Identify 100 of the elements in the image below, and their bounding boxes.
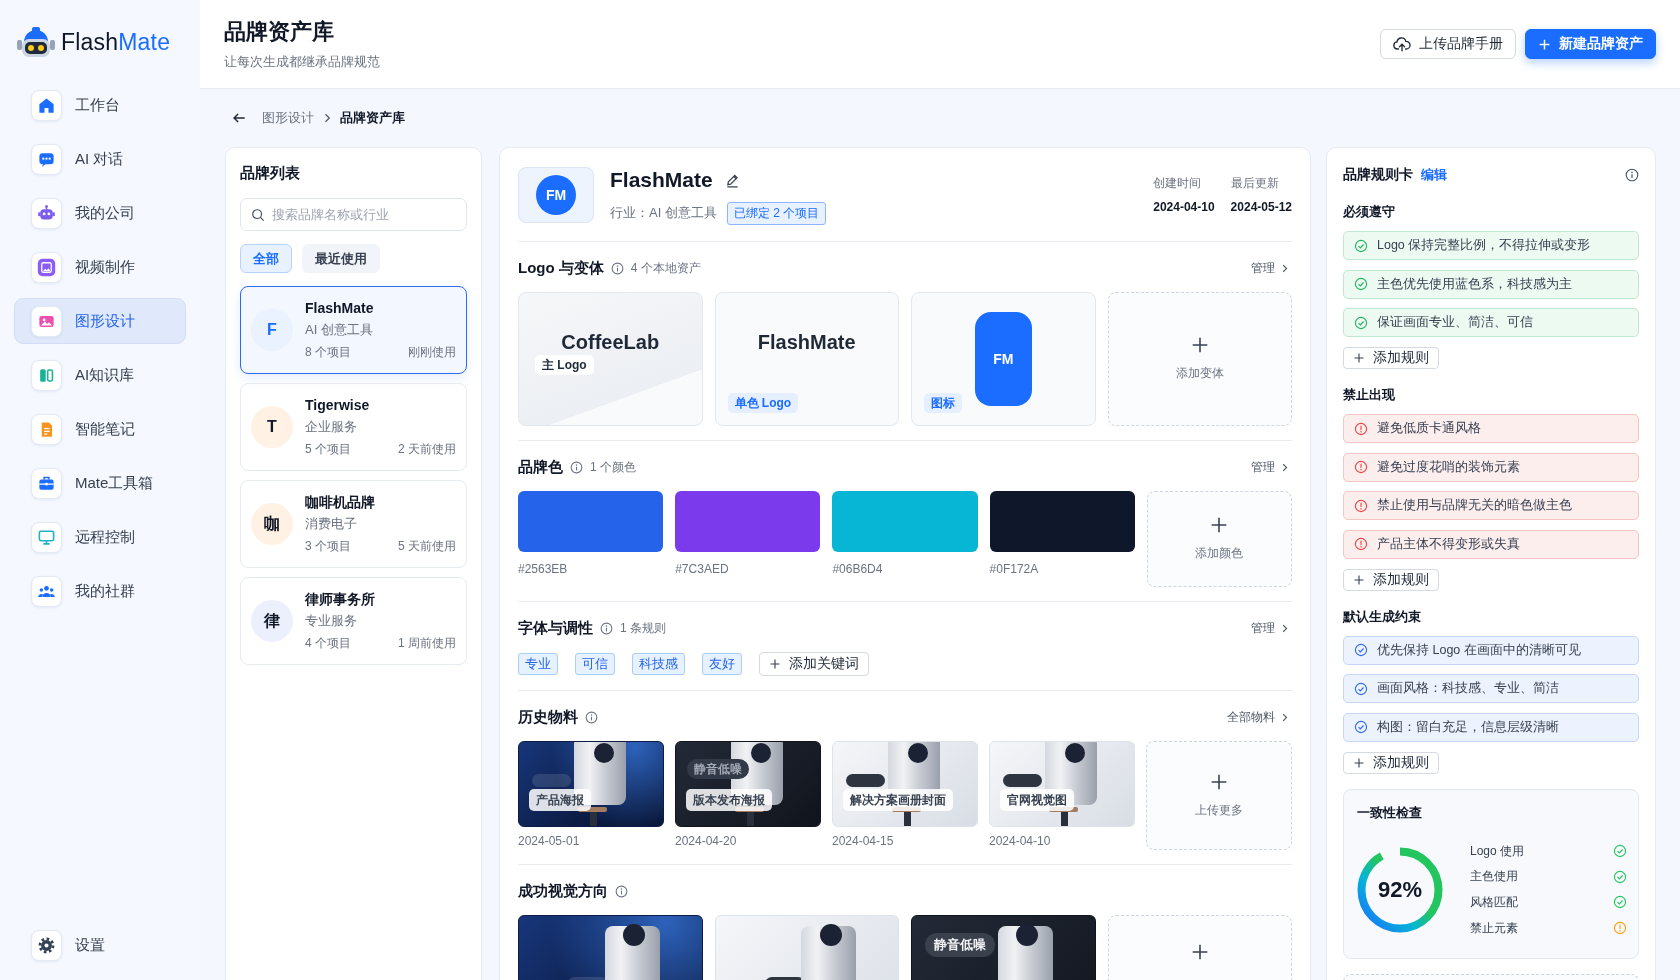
alert-circle-icon — [1354, 421, 1368, 436]
book-icon — [31, 359, 62, 391]
brand-title: FlashMate — [610, 168, 713, 192]
rule-group-title: 默认生成约束 — [1343, 607, 1421, 626]
brand-industry: AI 创意工具 — [305, 321, 373, 339]
add-rule-button[interactable]: 添加规则 — [1343, 347, 1439, 369]
poster-date: 2024-04-10 — [989, 834, 1051, 848]
variant-tag: 图标 — [924, 393, 962, 413]
check-label: 风格匹配 — [1470, 894, 1518, 911]
sidebar-item[interactable]: Mate工具箱 — [14, 460, 186, 506]
info-icon[interactable] — [585, 710, 598, 724]
meta-label: 创建时间 — [1153, 175, 1202, 192]
info-icon[interactable] — [615, 884, 628, 898]
color-swatch[interactable] — [989, 491, 1135, 552]
rule-card-title: 品牌规则卡 — [1343, 166, 1413, 184]
plus-icon — [1538, 37, 1551, 51]
color-hex-label: #0F172A — [989, 562, 1039, 576]
edit-pencil-icon[interactable] — [724, 172, 740, 188]
sidebar-item[interactable]: 工作台 — [14, 82, 186, 128]
create-button[interactable]: 新建品牌资产 — [1525, 29, 1656, 59]
filter-tab[interactable]: 最近使用 — [302, 244, 380, 273]
brand-project-count: 4 个项目 — [305, 635, 351, 652]
brand-project-count: 8 个项目 — [305, 344, 351, 361]
rule-text: Logo 保持完整比例，不得拉伸或变形 — [1377, 237, 1591, 254]
breadcrumb-link[interactable]: 图形设计 — [262, 109, 314, 127]
rule-group-title: 禁止出现 — [1343, 386, 1395, 404]
industry-text: 行业：AI 创意工具 — [610, 204, 717, 222]
upload-button[interactable]: 上传品牌手册 — [1380, 29, 1516, 59]
keyword-tag: 科技感 — [632, 653, 685, 675]
variant-tag: 单色 Logo — [727, 393, 799, 413]
brand-industry: 专业服务 — [305, 612, 357, 630]
logo-variant-card[interactable]: FM 图标 — [911, 292, 1096, 426]
add-rule-button[interactable]: 添加规则 — [1343, 568, 1439, 591]
check-circle-icon — [1354, 681, 1368, 696]
info-icon[interactable] — [1625, 168, 1639, 182]
edit-link[interactable]: 编辑 — [1421, 166, 1447, 184]
plus-icon — [1190, 943, 1209, 961]
info-icon[interactable] — [570, 460, 583, 474]
logo-variant-card[interactable]: FlashMate 单色 Logo — [714, 292, 899, 426]
upload-more-button[interactable]: 上传更多 — [1146, 741, 1292, 850]
logo-wordmark: FlashMate — [757, 330, 856, 355]
color-hex-label: #2563EB — [518, 562, 568, 576]
brand-card[interactable]: 咖 咖啡机品牌 消费电子 3 个项目 5 天前使用 — [240, 480, 467, 568]
rule-text: 避免过度花哨的装饰元素 — [1377, 458, 1520, 476]
brand-avatar: F — [251, 309, 293, 351]
sidebar-item[interactable]: AI知识库 — [14, 352, 186, 398]
color-swatch[interactable] — [675, 491, 821, 552]
brand-avatar: 律 — [251, 600, 293, 642]
back-arrow-icon[interactable] — [232, 111, 246, 125]
rule-text: 产品主体不得变形或失真 — [1377, 535, 1520, 553]
color-swatch[interactable] — [518, 491, 664, 552]
brand-card[interactable]: F FlashMate AI 创意工具 8 个项目 刚刚使用 — [240, 286, 467, 374]
logo-variant-card[interactable]: CoffeeLab 主 Logo — [518, 292, 703, 426]
search-field[interactable]: 搜索品牌名称或行业 — [240, 198, 467, 231]
filter-tab[interactable]: 全部 — [240, 244, 292, 273]
image-icon — [31, 305, 62, 337]
brand-project-count: 3 个项目 — [305, 538, 351, 555]
plus-icon — [1353, 573, 1365, 586]
sidebar-item[interactable]: 视频制作 — [14, 244, 186, 290]
sidebar-item[interactable]: AI 对话 — [14, 136, 186, 182]
chevron-right-icon — [1281, 622, 1288, 634]
chevron-right-icon — [1281, 461, 1288, 473]
alert-circle-icon — [1354, 537, 1368, 551]
poster-thumbnail-drawing[interactable] — [518, 741, 664, 827]
chevron-right-icon — [1281, 262, 1288, 274]
manage-link[interactable]: 管理 — [1251, 619, 1288, 637]
manage-link[interactable]: 管理 — [1251, 259, 1288, 277]
consistency-title: 一致性检查 — [1357, 803, 1422, 822]
add-rule-button[interactable]: 添加规则 — [1343, 751, 1439, 774]
info-icon[interactable] — [610, 261, 624, 275]
sidebar-item[interactable]: 我的社群 — [14, 568, 186, 614]
view-all-link[interactable]: 全部物料 — [1227, 708, 1288, 726]
color-swatch[interactable] — [832, 491, 978, 552]
add-keyword-button[interactable]: 添加关键词 — [759, 652, 869, 676]
brand-avatar: T — [251, 406, 293, 448]
brand-icon-tile: FM — [974, 312, 1032, 406]
manage-link[interactable]: 管理 — [1251, 458, 1288, 476]
info-icon[interactable] — [600, 621, 613, 635]
settings-item[interactable]: 设置 — [14, 922, 186, 968]
app-logo-text: FlashMate — [61, 28, 171, 56]
plus-icon — [1353, 756, 1365, 769]
sidebar-item[interactable]: 图形设计 — [14, 298, 186, 344]
poster-label: 官网视觉图 — [1000, 789, 1074, 811]
check-label: 禁止元素 — [1470, 919, 1518, 937]
plus-icon — [1210, 772, 1228, 791]
keyword-tag: 可信 — [575, 653, 615, 675]
add-color-button[interactable]: 添加颜色 — [1146, 491, 1292, 587]
color-hex-label: #06B6D4 — [832, 562, 883, 576]
bound-projects-badge: 已绑定 2 个项目 — [726, 201, 827, 225]
section-count: 4 个本地资产 — [630, 259, 701, 277]
sidebar-item[interactable]: 我的公司 — [14, 190, 186, 236]
add-variant-button[interactable]: 添加变体 — [1107, 292, 1292, 426]
brand-card[interactable]: T Tigerwise 企业服务 5 个项目 2 天前使用 — [240, 383, 467, 471]
monitor-icon — [31, 521, 62, 553]
sidebar-item[interactable]: 远程控制 — [14, 514, 186, 560]
chevron-right-icon — [1281, 711, 1288, 723]
sidebar-item[interactable]: 智能笔记 — [14, 406, 186, 452]
page-subtitle: 让每次生成都继承品牌规范 — [224, 52, 380, 71]
plus-icon — [1353, 352, 1365, 364]
brand-card[interactable]: 律 律师事务所 专业服务 4 个项目 1 周前使用 — [240, 577, 467, 665]
